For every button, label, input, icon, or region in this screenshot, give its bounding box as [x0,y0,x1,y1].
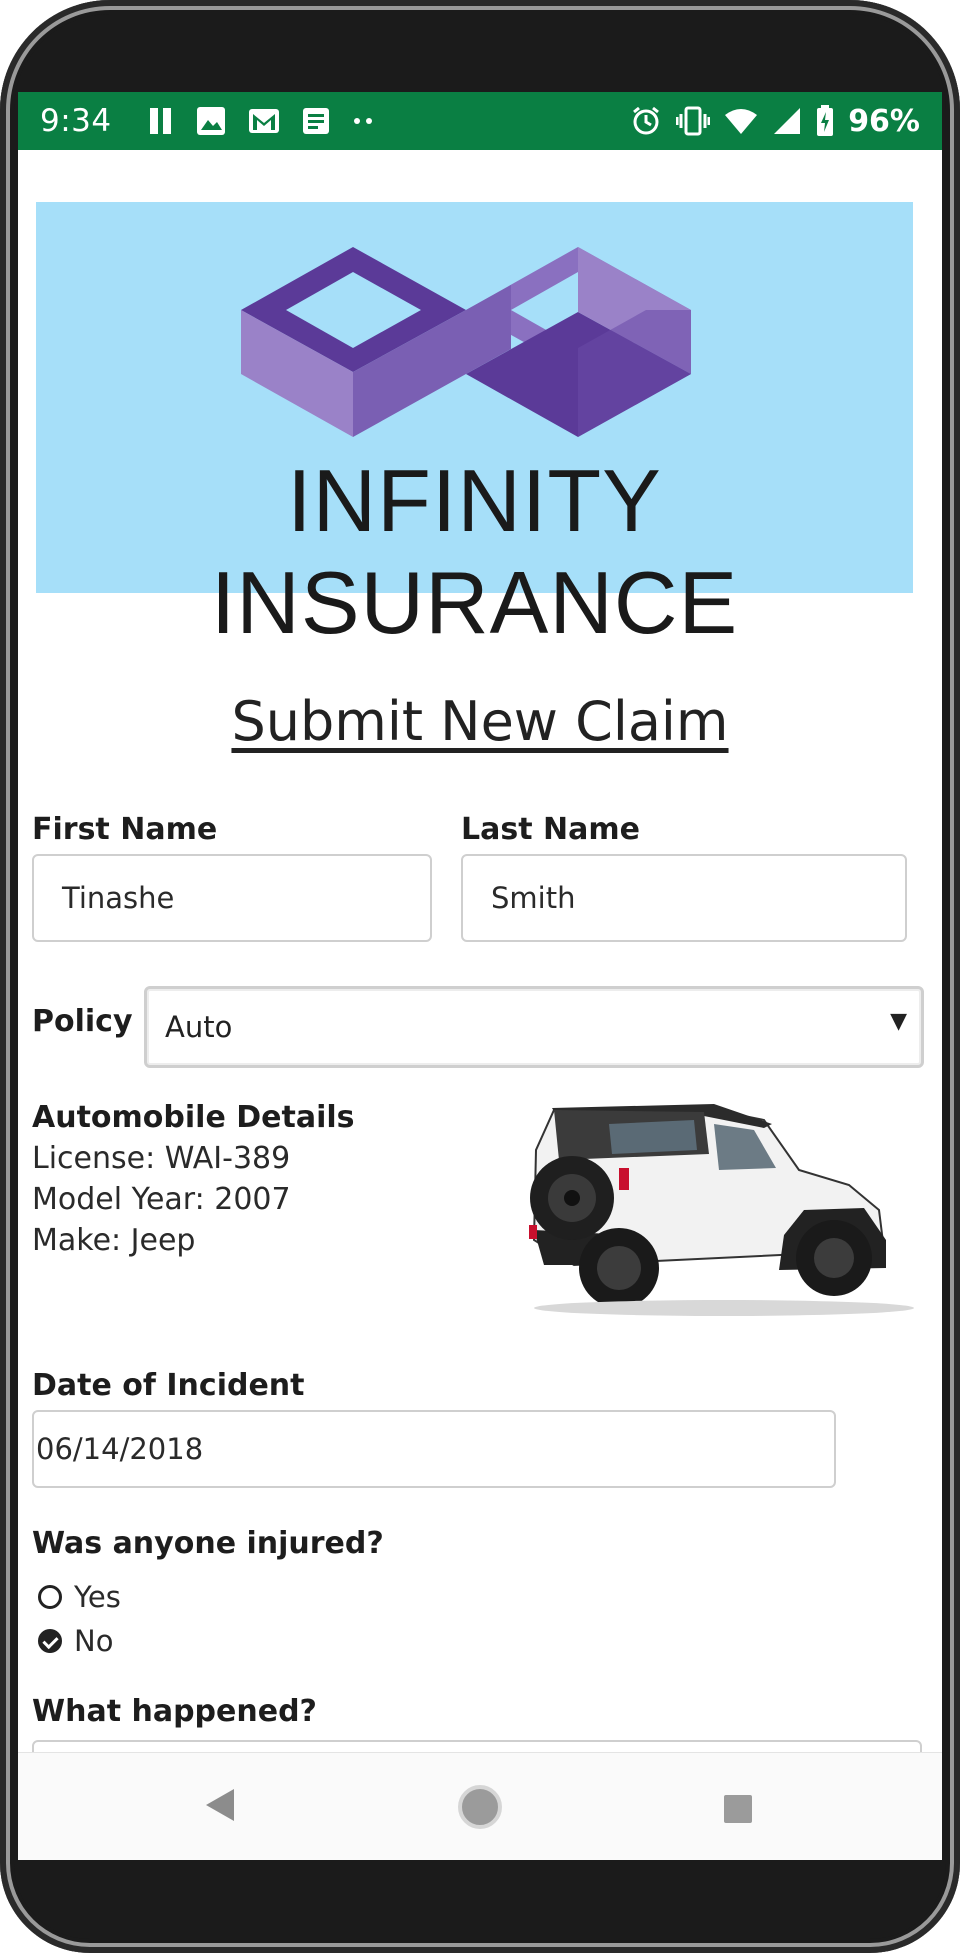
image-icon [196,106,226,136]
back-icon[interactable] [204,1787,236,1823]
phone-frame: 9:34 96% INFINITY INSURANCE Submit New C… [0,0,960,1953]
android-nav-bar [18,1752,942,1860]
status-bar: 9:34 96% [18,92,942,150]
last-name-label: Last Name [461,812,640,847]
signal-icon [772,106,802,136]
page-title: Submit New Claim [231,690,729,753]
brand-banner: INFINITY INSURANCE [36,202,913,652]
infinity-logo-icon [241,247,691,437]
alarm-icon [630,105,662,137]
make-text: Make: Jeep [32,1223,196,1258]
first-name-label: First Name [32,812,218,847]
battery-percentage: 96% [848,103,920,139]
document-icon [302,107,330,135]
more-dots-icon [352,116,374,126]
first-name-input[interactable]: Tinashe [32,854,432,942]
jeep-vehicle-image [529,1104,914,1316]
license-text: License: WAI-389 [32,1141,291,1176]
gmail-icon [248,108,280,134]
vibrate-icon [676,106,711,136]
policy-selected-value: Auto [165,1010,233,1044]
last-name-input[interactable]: Smith [461,854,907,942]
date-of-incident-label: Date of Incident [32,1368,305,1403]
policy-label: Policy [32,1004,133,1039]
model-year-text: Model Year: 2007 [32,1182,291,1217]
radio-yes-label: Yes [74,1580,121,1614]
radio-checked-icon[interactable] [38,1629,62,1653]
chevron-down-icon: ▼ [890,1009,907,1034]
automobile-details-heading: Automobile Details [32,1100,355,1135]
injured-question: Was anyone injured? [32,1526,384,1561]
home-icon[interactable] [456,1783,504,1831]
radio-option-no[interactable]: No [38,1624,113,1658]
battery-charging-icon [816,105,834,137]
status-time: 9:34 [40,103,112,139]
brand-name: INFINITY INSURANCE [210,451,739,652]
date-of-incident-input[interactable]: 06/14/2018 [32,1410,836,1488]
wifi-icon [724,107,758,135]
radio-option-yes[interactable]: Yes [38,1580,121,1614]
pause-icon [148,107,174,135]
claim-form-page[interactable]: INFINITY INSURANCE Submit New Claim Firs… [18,150,942,1752]
policy-select[interactable]: Auto ▼ [144,986,924,1068]
what-happened-label: What happened? [32,1694,317,1729]
app-screen: 9:34 96% INFINITY INSURANCE Submit New C… [18,92,942,1860]
what-happened-textarea[interactable] [32,1740,922,1752]
radio-unchecked-icon[interactable] [38,1585,62,1609]
recents-icon[interactable] [724,1795,752,1823]
radio-no-label: No [74,1624,114,1658]
